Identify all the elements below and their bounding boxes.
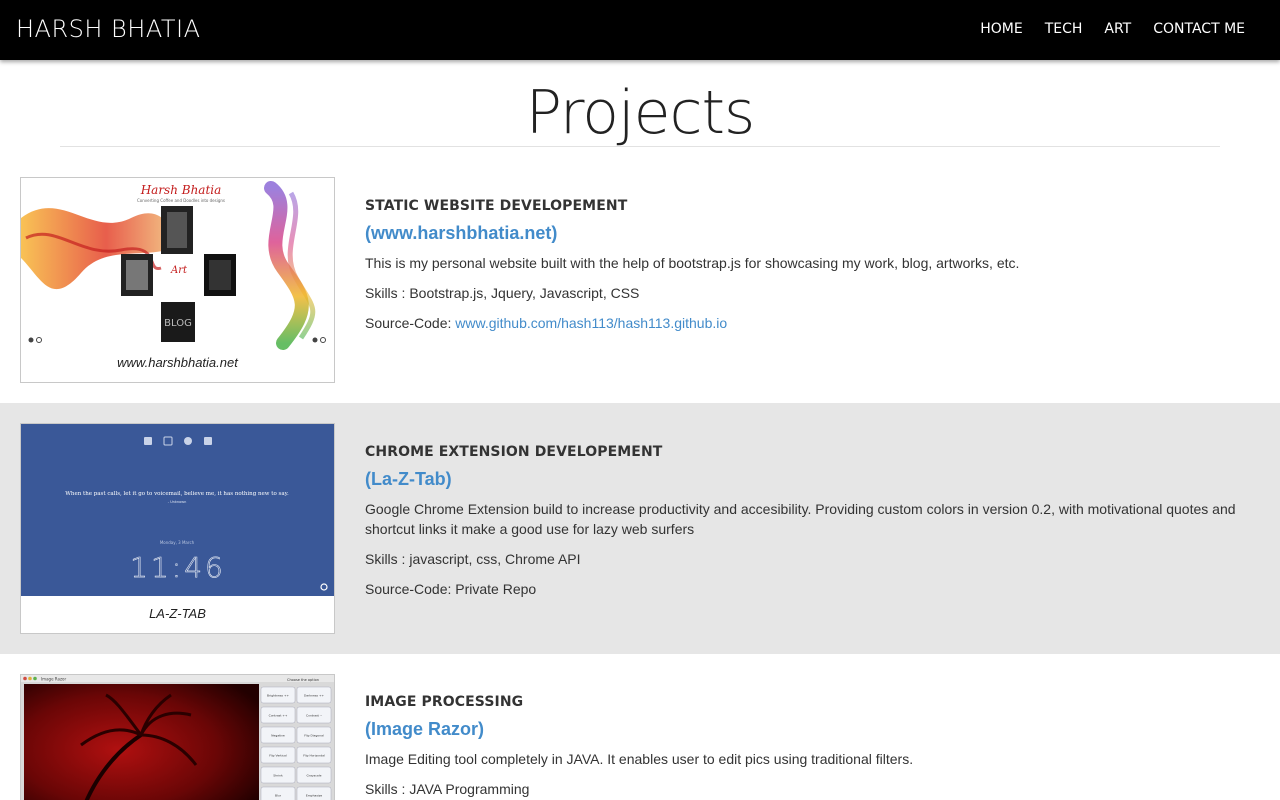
project-info: IMAGE PROCESSING (Image Razor) Image Edi… bbox=[365, 694, 1265, 799]
svg-text:Shrink: Shrink bbox=[273, 774, 283, 778]
nav-tech[interactable]: TECH bbox=[1045, 21, 1083, 37]
project-link[interactable]: (La-Z-Tab) bbox=[365, 469, 1265, 490]
svg-text:Negative: Negative bbox=[271, 734, 285, 738]
svg-text:Brightness ++: Brightness ++ bbox=[267, 694, 289, 698]
source-label: Source-Code: bbox=[365, 315, 456, 331]
project-skills: Skills : javascript, css, Chrome API bbox=[365, 551, 581, 567]
project-skills: Skills : Bootstrap.js, Jquery, Javascrip… bbox=[365, 285, 640, 301]
nav-art[interactable]: ART bbox=[1104, 21, 1131, 37]
source-code-link[interactable]: www.github.com/hash113/hash113.github.io bbox=[455, 315, 727, 331]
extension-screenshot: When the past calls, let it go to voicem… bbox=[21, 424, 334, 596]
project-skills: Skills : JAVA Programming bbox=[365, 781, 530, 797]
project-thumbnail[interactable]: Image Razor Choose the option Brightness… bbox=[20, 674, 335, 800]
page-title: Projects bbox=[525, 78, 756, 148]
svg-text:Contrast ++: Contrast ++ bbox=[269, 714, 288, 718]
project-static-website: BLOG Art Harsh Bhatia Converting Coffee … bbox=[0, 160, 1280, 403]
svg-text:Emphasize: Emphasize bbox=[306, 794, 322, 798]
svg-text:Flip Vertical: Flip Vertical bbox=[269, 754, 287, 758]
project-description: This is my personal website built with t… bbox=[365, 255, 1020, 271]
thumb-quote: When the past calls, let it go to voicem… bbox=[65, 491, 289, 497]
project-thumbnail[interactable]: BLOG Art Harsh Bhatia Converting Coffee … bbox=[20, 177, 335, 383]
project-thumbnail[interactable]: When the past calls, let it go to voicem… bbox=[20, 423, 335, 634]
thumb-tagline: Converting Coffee and Doodles into desig… bbox=[137, 198, 225, 203]
thumb-clock: 11:46 bbox=[130, 551, 226, 584]
brand-logo[interactable]: HARSH BHATIA bbox=[16, 15, 201, 43]
project-title: STATIC WEBSITE DEVELOPEMENT bbox=[365, 198, 628, 214]
thumb-date: Monday, 3 March bbox=[160, 540, 195, 545]
nav-menu: HOME TECH ART CONTACT ME bbox=[958, 20, 1245, 38]
thumb-blog-text: BLOG bbox=[164, 318, 192, 329]
thumbnail-caption: LA-Z-TAB bbox=[149, 606, 206, 621]
project-link[interactable]: (www.harshbhatia.net) bbox=[365, 223, 1265, 244]
svg-text:Darkness ++: Darkness ++ bbox=[304, 694, 324, 698]
thumbnail-caption: www.harshbhatia.net bbox=[117, 355, 238, 370]
nav-home[interactable]: HOME bbox=[980, 21, 1022, 37]
thumb-art-text: Art bbox=[170, 265, 188, 276]
project-description: Image Editing tool completely in JAVA. I… bbox=[365, 751, 914, 767]
project-link[interactable]: (Image Razor) bbox=[365, 719, 1265, 740]
thumb-quote-author: - Unknown bbox=[168, 500, 187, 504]
nav-contact[interactable]: CONTACT ME bbox=[1153, 21, 1245, 37]
title-divider bbox=[60, 146, 1220, 147]
app-screenshot: Image Razor Choose the option Brightness… bbox=[21, 675, 334, 800]
svg-text:Flip Diagonal: Flip Diagonal bbox=[304, 734, 324, 738]
svg-text:Grayscale: Grayscale bbox=[307, 774, 322, 778]
project-info: CHROME EXTENSION DEVELOPEMENT (La-Z-Tab)… bbox=[365, 444, 1265, 599]
project-title: CHROME EXTENSION DEVELOPEMENT bbox=[365, 444, 663, 460]
project-source: Source-Code: Private Repo bbox=[365, 581, 537, 597]
project-image-processing: Image Razor Choose the option Brightness… bbox=[0, 654, 1280, 800]
project-title: IMAGE PROCESSING bbox=[365, 694, 524, 710]
project-source: Source-Code: www.github.com/hash113/hash… bbox=[365, 313, 1265, 333]
project-description: Google Chrome Extension build to increas… bbox=[365, 501, 1236, 537]
navbar: HARSH BHATIA HOME TECH ART CONTACT ME bbox=[0, 0, 1280, 60]
thumb-window-title: Image Razor bbox=[41, 677, 66, 682]
svg-text:Blur: Blur bbox=[275, 794, 282, 798]
project-chrome-extension: When the past calls, let it go to voicem… bbox=[0, 403, 1280, 654]
project-info: STATIC WEBSITE DEVELOPEMENT (www.harshbh… bbox=[365, 198, 1265, 333]
website-screenshot: BLOG Art Harsh Bhatia Converting Coffee … bbox=[21, 178, 334, 353]
thumb-panel-title: Choose the option bbox=[287, 678, 319, 682]
svg-text:Contrast --: Contrast -- bbox=[306, 714, 322, 718]
thumb-logo-text: Harsh Bhatia bbox=[140, 183, 222, 197]
svg-text:Flip Horizontal: Flip Horizontal bbox=[303, 754, 325, 758]
